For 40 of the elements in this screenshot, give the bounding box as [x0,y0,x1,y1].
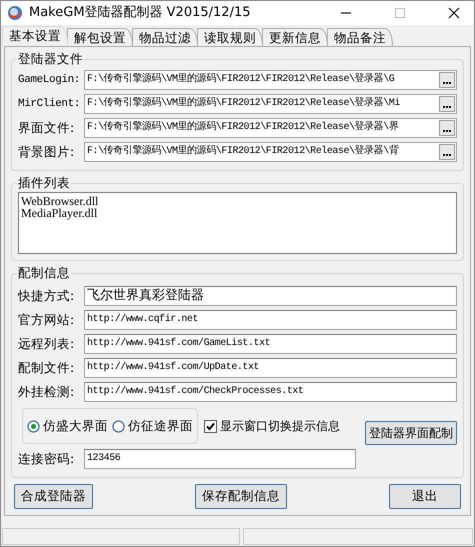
list-item[interactable]: MediaPlayer.dll [21,207,454,219]
radio-label: 仿征途界面 [128,416,193,435]
field-label: 外挂检测: [18,382,76,401]
field-label: 官方网站: [18,310,76,329]
input-field[interactable]: http://www.941sf.com/CheckProcesses.txt [84,382,457,402]
path-field[interactable]: F:\传奇引擎源码\VM里的源码\FIR2012\FIR2012\Release\登录器\Mi [84,94,457,114]
path-field[interactable]: F:\传奇引擎源码\VM里的源码\FIR2012\FIR2012\Release\登录器\背 [84,142,457,162]
tab[interactable]: 解包设置 [67,28,133,46]
group-title: 登陆器文件 [17,51,84,67]
input-field[interactable]: http://www.cqfir.net [84,310,457,330]
field-label: MirClient: [18,96,80,112]
tab[interactable]: 读取规则 [197,28,263,46]
tab[interactable]: 物品过滤 [132,28,198,46]
action-button[interactable]: 退出 [389,484,461,509]
plugin-list[interactable]: WebBrowser.dll MediaPlayer.dll [18,192,457,254]
tab[interactable]: 更新信息 [262,28,328,46]
path-field[interactable]: F:\传奇引擎源码\VM里的源码\FIR2012\FIR2012\Release\登录器\G [84,70,457,90]
field-label: 界面文件: [18,118,76,137]
field-label: 远程列表: [18,334,76,353]
checkbox-label: 显示窗口切换提示信息 [220,418,340,435]
group-title: 插件列表 [17,175,71,191]
input-field[interactable]: 飞尔世界真彩登陆器 [84,286,457,306]
ui-config-button[interactable]: 登陆器界面配制 [365,421,457,445]
field-label: 快捷方式: [18,286,76,305]
path-field[interactable]: F:\传奇引擎源码\VM里的源码\FIR2012\FIR2012\Release\登录器\界 [84,118,457,138]
window-title: MakeGM登陆器配制器 V2015/12/15 [29,4,252,22]
field-label: 配制文件: [18,358,76,377]
tab[interactable]: 基本设置 [2,26,68,46]
action-button[interactable]: 合成登陆器 [14,484,93,509]
password-field[interactable]: 123456 [84,449,356,469]
action-button[interactable]: 保存配制信息 [195,484,287,509]
radio-label: 仿盛大界面 [43,416,108,435]
input-field[interactable]: http://www.941sf.com/UpDate.txt [84,358,457,378]
group-title: 配制信息 [17,265,71,281]
list-item[interactable]: WebBrowser.dll [21,195,454,207]
input-field[interactable]: http://www.941sf.com/GameList.txt [84,334,457,354]
field-label: 背景图片: [18,142,76,161]
tab[interactable]: 物品备注 [327,28,393,46]
field-label: 连接密码: [18,450,76,468]
field-label: GameLogin: [18,72,80,88]
